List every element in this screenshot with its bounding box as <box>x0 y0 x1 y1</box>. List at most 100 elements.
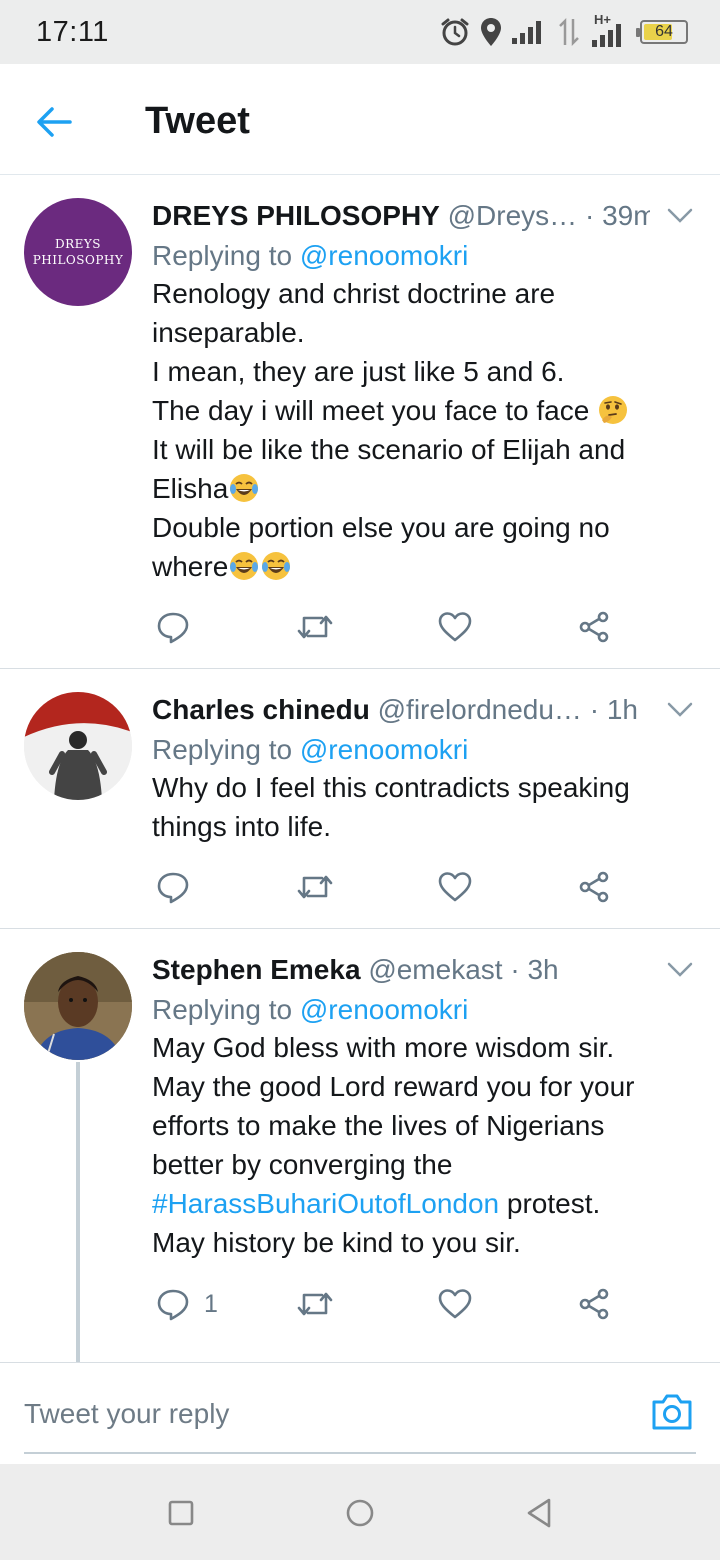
signal-icon <box>512 21 541 44</box>
like-button[interactable] <box>438 607 472 647</box>
chevron-down-icon[interactable] <box>666 700 694 720</box>
retweet-button[interactable] <box>296 867 334 907</box>
tweet-time: 3h <box>527 954 559 985</box>
retweet-button[interactable] <box>296 1284 334 1324</box>
avatar-image <box>24 952 132 1060</box>
reply-icon <box>157 872 189 904</box>
tweet-actions <box>152 607 622 647</box>
tweet-line: where <box>152 551 229 582</box>
tweet-line: Why do I feel this contradicts speaking <box>152 772 630 803</box>
reply-button[interactable]: 1 <box>156 1284 218 1324</box>
tweet-line: efforts to make the lives of Nigerians <box>152 1110 605 1141</box>
reply-composer <box>0 1364 720 1464</box>
home-icon[interactable] <box>343 1496 377 1530</box>
tweet-time: 1h <box>606 694 638 725</box>
reply-icon <box>157 1289 189 1321</box>
avatar[interactable] <box>24 952 132 1060</box>
hashtag-link[interactable]: #HarassBuhariOutofLondon <box>152 1188 499 1219</box>
share-icon <box>579 1288 609 1320</box>
author-handle[interactable]: @Dreys… <box>448 200 578 231</box>
tweet-card[interactable]: Charles chinedu @firelordnedu… · 1h Repl… <box>0 670 720 929</box>
retweet-icon <box>297 1292 333 1316</box>
avatar-text: DREYS <box>54 237 102 251</box>
reply-button[interactable] <box>156 607 204 647</box>
avatar-text: PHILOSOPHY <box>32 253 124 267</box>
author-name[interactable]: Charles chinedu <box>152 694 370 725</box>
avatar[interactable] <box>24 692 132 800</box>
author-name[interactable]: Stephen Emeka <box>152 954 361 985</box>
heart-icon <box>438 872 472 902</box>
recent-apps-icon[interactable] <box>164 1496 198 1530</box>
tweet-header: Stephen Emeka @emekast · 3h <box>152 950 650 990</box>
page-title: Tweet <box>145 100 250 142</box>
like-button[interactable] <box>438 1284 472 1324</box>
mention-link[interactable]: @renoomokri <box>300 240 468 271</box>
share-button[interactable] <box>578 867 610 907</box>
laughing-tears-emoji-icon <box>230 474 259 502</box>
tweet-line: Renology and christ doctrine are <box>152 278 556 309</box>
reply-icon <box>157 612 189 644</box>
replying-prefix: Replying to <box>152 734 293 765</box>
replying-to: Replying to @renoomokri <box>152 236 468 276</box>
tweet-line: protest. <box>506 1188 601 1219</box>
tweet-actions <box>152 867 622 907</box>
tweet-text: Renology and christ doctrine are insepar… <box>152 274 690 586</box>
back-nav-icon[interactable] <box>522 1496 556 1530</box>
separator-dot: · <box>510 954 520 985</box>
share-icon <box>579 871 609 903</box>
thread-connector-line <box>76 1062 80 1362</box>
author-handle[interactable]: @firelordnedu… <box>378 694 582 725</box>
tweet-line: The day i will meet you face to face <box>152 395 590 426</box>
tweet-line: May the good Lord reward you for your <box>152 1071 635 1102</box>
separator-dot: · <box>589 694 600 725</box>
share-button[interactable] <box>578 607 610 647</box>
system-nav-bar <box>0 1464 720 1560</box>
tweet-line: I mean, they are just like 5 and 6. <box>152 356 565 387</box>
heart-icon <box>438 612 472 642</box>
retweet-button[interactable] <box>296 607 334 647</box>
camera-icon[interactable] <box>650 1392 694 1432</box>
data-transfer-icon <box>559 17 579 47</box>
tweet-text: May God bless with more wisdom sir. May … <box>152 1028 690 1262</box>
avatar[interactable]: DREYS PHILOSOPHY <box>24 198 132 306</box>
mention-link[interactable]: @renoomokri <box>300 734 468 765</box>
reply-button[interactable] <box>156 867 204 907</box>
author-handle[interactable]: @emekast <box>368 954 502 985</box>
status-time: 17:11 <box>36 16 109 48</box>
tweet-line: It will be like the scenario of Elijah a… <box>152 434 626 465</box>
composer-underline <box>24 1452 696 1454</box>
tweet-card[interactable]: Stephen Emeka @emekast · 3h Replying to … <box>0 930 720 1363</box>
header: Tweet <box>0 64 720 175</box>
signal-icon: H+ <box>590 12 630 48</box>
tweet-line: things into life. <box>152 811 331 842</box>
tweet-line: May history be kind to you sir. <box>152 1227 521 1258</box>
reply-input[interactable] <box>24 1390 624 1438</box>
retweet-icon <box>297 875 333 899</box>
chevron-down-icon[interactable] <box>666 206 694 226</box>
retweet-icon <box>297 615 333 639</box>
laughing-tears-emoji-icon <box>262 552 291 580</box>
replying-prefix: Replying to <box>152 240 293 271</box>
tweet-header: DREYS PHILOSOPHY @Dreys… · 39m <box>152 196 650 236</box>
tweet-line: Double portion else you are going no <box>152 512 610 543</box>
back-arrow-icon[interactable] <box>34 102 74 142</box>
tweet-line: Elisha <box>152 473 229 504</box>
tweet-actions: 1 <box>152 1284 622 1324</box>
battery-icon: 64 <box>636 20 688 44</box>
tweet-text: Why do I feel this contradicts speaking … <box>152 768 690 846</box>
tweet-line: May God bless with more wisdom sir. <box>152 1032 615 1063</box>
author-name[interactable]: DREYS PHILOSOPHY <box>152 200 440 231</box>
share-button[interactable] <box>578 1284 610 1324</box>
tweet-time: 39m <box>602 200 650 231</box>
share-icon <box>579 611 609 643</box>
separator-dot: · <box>584 200 595 231</box>
heart-icon <box>438 1289 472 1319</box>
tweet-card[interactable]: DREYS PHILOSOPHY DREYS PHILOSOPHY @Dreys… <box>0 176 720 669</box>
battery-level: 64 <box>655 23 673 40</box>
status-bar: 17:11 H+ 64 <box>0 0 720 64</box>
laughing-tears-emoji-icon <box>230 552 259 580</box>
like-button[interactable] <box>438 867 472 907</box>
replying-prefix: Replying to <box>152 994 293 1025</box>
chevron-down-icon[interactable] <box>666 960 694 980</box>
mention-link[interactable]: @renoomokri <box>300 994 468 1025</box>
